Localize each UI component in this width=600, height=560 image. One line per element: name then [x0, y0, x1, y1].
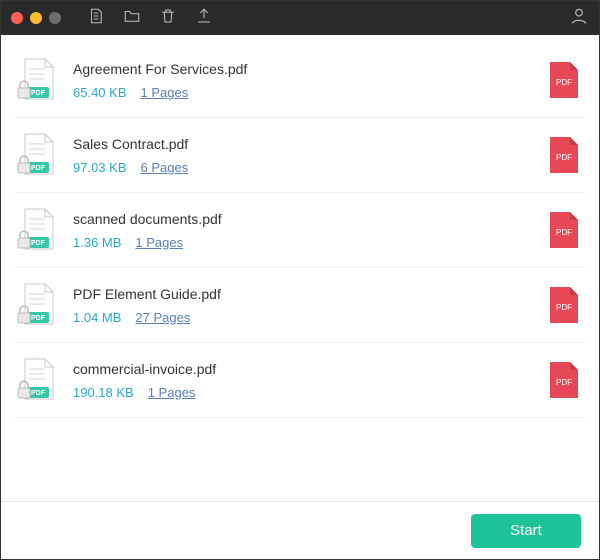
toolbar: [87, 7, 213, 30]
close-window-icon[interactable]: [11, 12, 23, 24]
pdf-output-icon: PDF: [547, 210, 581, 250]
locked-pdf-icon: PDF: [15, 57, 59, 103]
locked-pdf-icon: PDF: [15, 357, 59, 403]
trash-icon[interactable]: [159, 7, 177, 30]
file-name: PDF Element Guide.pdf: [73, 286, 533, 302]
file-pages-link[interactable]: 1 Pages: [148, 385, 196, 400]
titlebar: [1, 1, 599, 35]
svg-text:PDF: PDF: [31, 315, 46, 322]
pdf-badge-label: PDF: [556, 78, 572, 87]
file-icon[interactable]: [87, 7, 105, 30]
list-item[interactable]: PDF Agreement For Services.pdf 65.40 KB …: [15, 43, 585, 118]
file-info: scanned documents.pdf 1.36 MB 1 Pages: [73, 211, 533, 250]
locked-pdf-icon: PDF: [15, 282, 59, 328]
list-item[interactable]: PDF scanned documents.pdf 1.36 MB 1 Page…: [15, 193, 585, 268]
list-item[interactable]: PDF PDF Element Guide.pdf 1.04 MB 27 Pag…: [15, 268, 585, 343]
file-pages-link[interactable]: 6 Pages: [141, 160, 189, 175]
svg-text:PDF: PDF: [556, 303, 572, 312]
svg-text:PDF: PDF: [31, 390, 46, 397]
footer: Start: [1, 501, 599, 559]
window-controls: [11, 12, 61, 24]
upload-icon[interactable]: [195, 7, 213, 30]
list-item[interactable]: PDF commercial-invoice.pdf 190.18 KB 1 P…: [15, 343, 585, 418]
pdf-output-icon: PDF: [547, 360, 581, 400]
file-size: 1.04 MB: [73, 310, 121, 325]
svg-text:PDF: PDF: [556, 378, 572, 387]
folder-icon[interactable]: [123, 7, 141, 30]
file-list: PDF Agreement For Services.pdf 65.40 KB …: [1, 35, 599, 501]
svg-text:PDF: PDF: [556, 228, 572, 237]
pdf-output-icon: PDF: [547, 135, 581, 175]
file-pages-link[interactable]: 27 Pages: [135, 310, 190, 325]
file-size: 190.18 KB: [73, 385, 134, 400]
locked-pdf-icon: PDF: [15, 207, 59, 253]
start-button[interactable]: Start: [471, 514, 581, 548]
pdf-output-icon: PDF: [547, 285, 581, 325]
list-item[interactable]: PDF Sales Contract.pdf 97.03 KB 6 Pages …: [15, 118, 585, 193]
file-pages-link[interactable]: 1 Pages: [141, 85, 189, 100]
svg-text:PDF: PDF: [31, 240, 46, 247]
file-info: commercial-invoice.pdf 190.18 KB 1 Pages: [73, 361, 533, 400]
file-size: 65.40 KB: [73, 85, 127, 100]
file-pages-link[interactable]: 1 Pages: [135, 235, 183, 250]
file-name: Sales Contract.pdf: [73, 136, 533, 152]
file-name: scanned documents.pdf: [73, 211, 533, 227]
file-size: 1.36 MB: [73, 235, 121, 250]
svg-text:PDF: PDF: [556, 153, 572, 162]
minimize-window-icon[interactable]: [30, 12, 42, 24]
user-icon: [569, 13, 589, 30]
pdf-output-icon: PDF: [547, 60, 581, 100]
app-window: PDF Agreement For Services.pdf 65.40 KB …: [0, 0, 600, 560]
file-name: commercial-invoice.pdf: [73, 361, 533, 377]
maximize-window-icon[interactable]: [49, 12, 61, 24]
file-name: Agreement For Services.pdf: [73, 61, 533, 77]
file-info: PDF Element Guide.pdf 1.04 MB 27 Pages: [73, 286, 533, 325]
svg-text:PDF: PDF: [31, 90, 46, 97]
file-info: Sales Contract.pdf 97.03 KB 6 Pages: [73, 136, 533, 175]
file-size: 97.03 KB: [73, 160, 127, 175]
file-info: Agreement For Services.pdf 65.40 KB 1 Pa…: [73, 61, 533, 100]
svg-text:PDF: PDF: [31, 165, 46, 172]
locked-pdf-icon: PDF: [15, 132, 59, 178]
user-menu[interactable]: [569, 6, 589, 31]
